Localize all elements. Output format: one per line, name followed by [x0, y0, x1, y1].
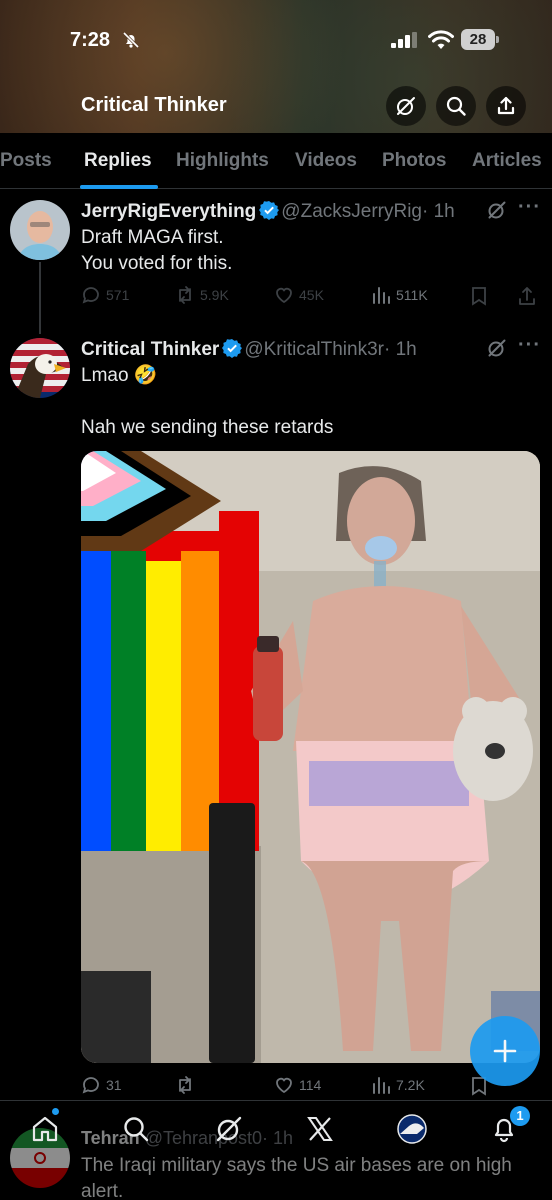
like-count: 114 — [299, 1077, 322, 1093]
tweet-header: JerryRigEverything @ZacksJerryRig· 1h — [81, 200, 455, 223]
tweet-time: · 1h — [422, 201, 455, 222]
repost-icon — [179, 1076, 191, 1094]
compose-button[interactable] — [470, 1016, 540, 1086]
bell-off-icon — [122, 31, 140, 49]
active-tab-indicator — [80, 185, 158, 189]
status-bar: 7:28 28 — [0, 26, 552, 56]
tweet-text: Lmao 🤣 Nah we sending these retards — [81, 365, 334, 438]
search-button[interactable] — [436, 86, 476, 126]
tab-replies[interactable]: Replies — [84, 150, 152, 172]
wifi-icon — [428, 30, 454, 49]
tweet-header: Critical Thinker @KriticalThink3r· 1h — [81, 338, 417, 361]
reply-button[interactable]: 571 — [81, 285, 129, 305]
reply-icon — [82, 1077, 99, 1094]
thread-connector — [39, 262, 41, 334]
author-handle[interactable]: @ZacksJerryRig — [281, 201, 422, 222]
grok-icon — [397, 97, 415, 115]
bottom-navigation — [0, 1100, 552, 1200]
cell-signal-icon — [391, 32, 417, 48]
reply-button[interactable]: 31 — [81, 1075, 122, 1095]
notification-count-badge: 1 — [510, 1106, 530, 1126]
grok-icon[interactable] — [486, 337, 508, 359]
battery-indicator: 28 — [461, 29, 499, 50]
verified-badge-icon — [259, 201, 280, 220]
view-count: 511K — [396, 287, 428, 303]
x-logo-icon[interactable] — [305, 1114, 335, 1144]
analytics-icon — [373, 1077, 390, 1094]
share-profile-button[interactable] — [486, 86, 526, 126]
more-options-icon[interactable]: ··· — [518, 334, 541, 357]
tab-photos[interactable]: Photos — [382, 150, 446, 172]
more-options-icon[interactable]: ··· — [518, 196, 541, 219]
author-handle[interactable]: @KriticalThink3r — [244, 339, 384, 360]
tab-articles[interactable]: Articles — [472, 150, 542, 172]
author-name[interactable]: JerryRigEverything — [81, 201, 256, 222]
tab-videos[interactable]: Videos — [295, 150, 357, 172]
like-count: 45K — [299, 287, 324, 303]
like-button[interactable]: 114 — [274, 1075, 321, 1095]
grok-icon[interactable] — [486, 199, 508, 221]
repost-button[interactable] — [175, 1075, 195, 1095]
repost-button[interactable]: 5.9K — [175, 285, 229, 305]
reply-count: 31 — [106, 1077, 122, 1093]
home-unread-dot — [52, 1108, 59, 1115]
view-count: 7.2K — [396, 1077, 425, 1093]
status-time: 7:28 — [70, 29, 111, 51]
views-button[interactable]: 7.2K — [371, 1075, 425, 1095]
grok-icon[interactable] — [214, 1114, 244, 1144]
tab-posts[interactable]: Posts — [0, 150, 52, 172]
tweet-photo[interactable] — [81, 451, 540, 1063]
page-title: Critical Thinker — [81, 94, 227, 116]
heart-icon — [276, 1077, 292, 1094]
grok-button[interactable] — [386, 86, 426, 126]
search-icon[interactable] — [121, 1114, 151, 1144]
share-icon[interactable] — [516, 285, 538, 307]
analytics-icon — [373, 287, 390, 304]
tweet-text: Draft MAGA first. You voted for this. — [81, 227, 233, 274]
search-icon — [446, 96, 466, 116]
avatar[interactable] — [10, 338, 70, 398]
repost-icon — [179, 286, 191, 304]
reply-count: 571 — [106, 287, 130, 303]
author-name[interactable]: Critical Thinker — [81, 339, 219, 360]
verified-badge-icon — [222, 339, 243, 358]
avatar[interactable] — [10, 200, 70, 260]
communities-avatar-icon[interactable] — [397, 1114, 427, 1144]
bookmark-icon[interactable] — [468, 285, 490, 307]
profile-tabs: Posts Replies Highlights Videos Photos A… — [0, 133, 552, 189]
battery-level: 28 — [461, 29, 495, 50]
tweet-time: · 1h — [383, 339, 417, 360]
profile-header: 7:28 28 Critical Thinker — [0, 0, 552, 133]
repost-count: 5.9K — [200, 287, 229, 303]
tab-highlights[interactable]: Highlights — [176, 150, 269, 172]
heart-icon — [276, 287, 292, 304]
plus-icon — [493, 1039, 517, 1063]
share-icon — [497, 96, 515, 115]
home-icon[interactable] — [30, 1114, 60, 1144]
views-button[interactable]: 511K — [371, 285, 428, 305]
reply-icon — [82, 287, 99, 304]
like-button[interactable]: 45K — [274, 285, 324, 305]
